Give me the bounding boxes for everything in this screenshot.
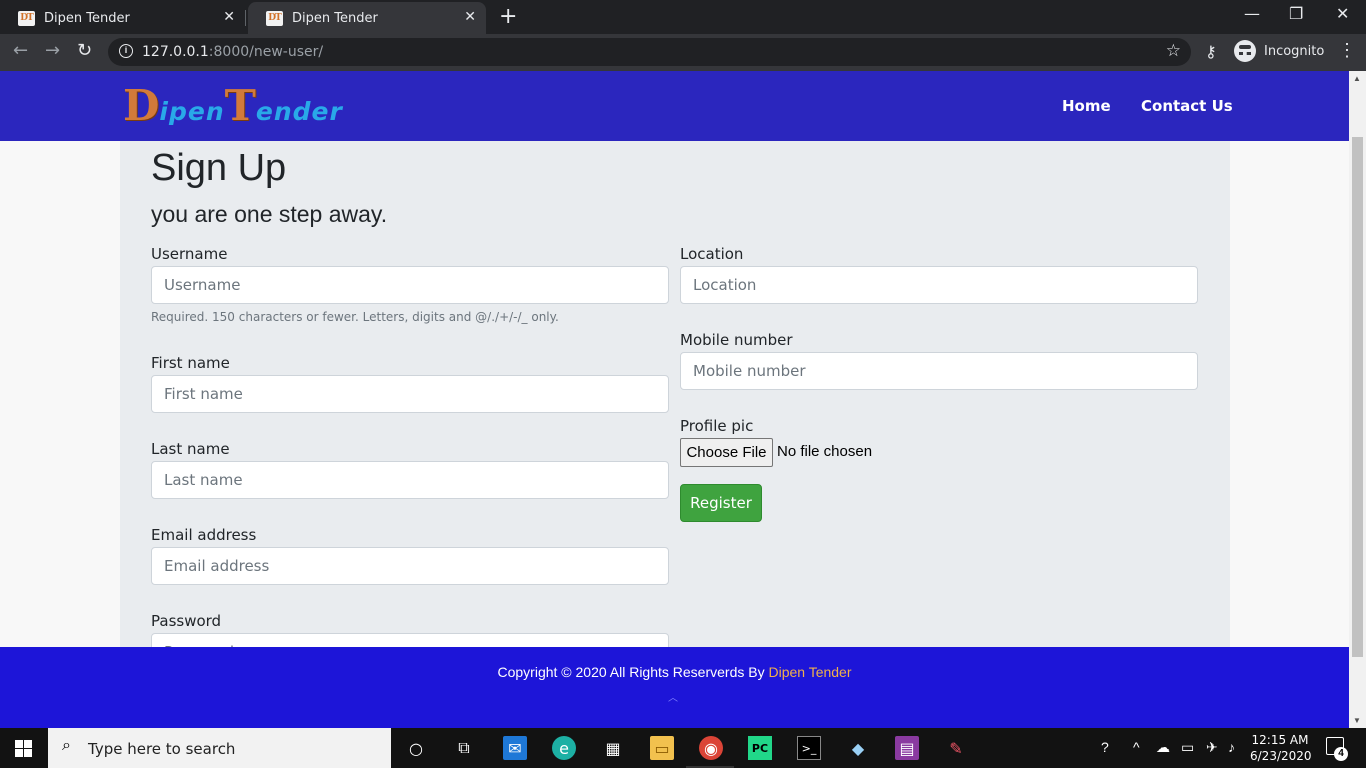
url-path: :8000/new-user/	[208, 44, 324, 60]
address-bar[interactable]: i 127.0.0.1:8000/new-user/ ☆	[108, 38, 1191, 66]
page-viewport: D ipen T ender Home Contact Us Sign Up y…	[0, 71, 1366, 728]
page-scrollbar[interactable]: ▲ ▼	[1349, 71, 1366, 728]
site-logo[interactable]: D ipen T ender	[123, 83, 343, 127]
search-placeholder: Type here to search	[88, 740, 236, 758]
site-info-icon[interactable]: i	[119, 44, 133, 58]
chrome-icon[interactable]: ◉	[699, 736, 723, 760]
url-text[interactable]: 127.0.0.1:8000/new-user/	[142, 44, 323, 60]
first-name-input[interactable]	[151, 375, 669, 413]
last-name-label: Last name	[151, 440, 230, 458]
profile-pic-label: Profile pic	[680, 417, 754, 435]
footer-copyright: Copyright © 2020 All Rights Reserverds B…	[0, 664, 1349, 680]
windows-taskbar: ⌕ Type here to search ○ ⧉ ✉ e ▦ ▭ ◉ PC >…	[0, 728, 1366, 768]
site-favicon-icon: DT	[266, 10, 283, 26]
logo-text-ipen: ipen	[159, 97, 225, 126]
site-favicon-icon: DT	[18, 10, 35, 26]
taskbar-search[interactable]: ⌕ Type here to search	[48, 728, 391, 768]
copyright-text: Copyright © 2020 All Rights Reserverds B…	[497, 664, 769, 680]
username-help-text: Required. 150 characters or fewer. Lette…	[151, 310, 559, 324]
tab-close-icon[interactable]: ✕	[223, 9, 235, 25]
reload-icon[interactable]: ↻	[77, 40, 92, 61]
window-close-icon[interactable]: ✕	[1336, 4, 1349, 23]
pycharm-icon[interactable]: PC	[748, 736, 772, 760]
incognito-indicator[interactable]: Incognito	[1234, 40, 1324, 62]
tray-expand-icon[interactable]: ^	[1133, 739, 1140, 755]
scroll-down-icon[interactable]: ▼	[1353, 716, 1361, 725]
tab-title: Dipen Tender	[292, 10, 378, 26]
browser-tab-strip: DT Dipen Tender ✕ DT Dipen Tender ✕ + — …	[0, 0, 1366, 34]
browser-tab[interactable]: DT Dipen Tender ✕	[0, 2, 245, 34]
email-input[interactable]	[151, 547, 669, 585]
page-subtitle: you are one step away.	[151, 201, 388, 227]
windows-start-icon[interactable]	[15, 740, 32, 757]
cortana-icon[interactable]: ○	[404, 736, 428, 760]
mobile-input[interactable]	[680, 352, 1198, 390]
signup-form-container: Sign Up you are one step away. Username …	[120, 141, 1230, 671]
username-label: Username	[151, 245, 228, 263]
scroll-top-icon[interactable]: ︿	[668, 689, 678, 704]
mobile-label: Mobile number	[680, 331, 793, 349]
logo-text-ender: ender	[255, 97, 343, 126]
bookmark-star-icon[interactable]: ☆	[1166, 41, 1181, 61]
location-label: Location	[680, 245, 744, 263]
tab-divider	[245, 10, 246, 26]
scroll-up-icon[interactable]: ▲	[1353, 74, 1361, 83]
back-arrow-icon[interactable]: ←	[13, 40, 28, 61]
battery-icon[interactable]: ▭	[1181, 739, 1194, 756]
mail-icon[interactable]: ✉	[503, 736, 527, 760]
system-clock[interactable]: 12:15 AM 6/23/2020	[1250, 732, 1312, 764]
browser-toolbar: ← → ↻ i 127.0.0.1:8000/new-user/ ☆ ⚷ Inc…	[0, 34, 1366, 71]
search-icon: ⌕	[62, 737, 71, 754]
page-title: Sign Up	[151, 147, 287, 189]
username-input[interactable]	[151, 266, 669, 304]
task-view-icon[interactable]: ⧉	[452, 736, 476, 760]
incognito-label: Incognito	[1264, 43, 1325, 59]
logo-letter-t: T	[224, 81, 256, 130]
browser-tab-active[interactable]: DT Dipen Tender ✕	[248, 2, 486, 34]
airplane-icon[interactable]: ✈	[1206, 739, 1218, 756]
choose-file-button[interactable]: Choose File	[680, 438, 773, 467]
menu-kebab-icon[interactable]: ⋮	[1338, 40, 1356, 61]
terminal-icon[interactable]: >_	[797, 736, 821, 760]
app-icon[interactable]: ◆	[846, 736, 870, 760]
register-button[interactable]: Register	[680, 484, 762, 522]
help-icon[interactable]: ?	[1101, 739, 1109, 755]
notification-count-badge: 4	[1334, 747, 1348, 761]
tab-close-icon[interactable]: ✕	[464, 9, 476, 25]
edge-icon[interactable]: e	[552, 736, 576, 760]
site-navbar: D ipen T ender Home Contact Us	[0, 71, 1349, 141]
email-label: Email address	[151, 526, 257, 544]
file-explorer-icon[interactable]: ▭	[650, 736, 674, 760]
url-host: 127.0.0.1	[142, 44, 209, 60]
tab-title: Dipen Tender	[44, 10, 130, 26]
clock-time: 12:15 AM	[1251, 733, 1309, 747]
key-icon[interactable]: ⚷	[1205, 42, 1217, 62]
incognito-icon	[1234, 40, 1256, 62]
volume-icon[interactable]: ♪	[1228, 739, 1235, 755]
nav-contact-link[interactable]: Contact Us	[1141, 97, 1233, 115]
last-name-input[interactable]	[151, 461, 669, 499]
clock-date: 6/23/2020	[1250, 749, 1312, 763]
restore-icon[interactable]: ❐	[1289, 4, 1303, 23]
location-input[interactable]	[680, 266, 1198, 304]
minimize-icon[interactable]: —	[1244, 4, 1260, 23]
winrar-icon[interactable]: ▤	[895, 736, 919, 760]
store-icon[interactable]: ▦	[601, 736, 625, 760]
new-tab-icon[interactable]: +	[499, 4, 517, 29]
nav-home-link[interactable]: Home	[1062, 97, 1111, 115]
site-footer: Copyright © 2020 All Rights Reserverds B…	[0, 647, 1349, 728]
paint-icon[interactable]: ✎	[944, 736, 968, 760]
file-status-text: No file chosen	[777, 443, 873, 460]
password-label: Password	[151, 612, 222, 630]
forward-arrow-icon[interactable]: →	[45, 40, 60, 61]
onedrive-icon[interactable]: ☁	[1156, 739, 1170, 756]
scrollbar-thumb[interactable]	[1352, 137, 1363, 657]
footer-brand-link[interactable]: Dipen Tender	[768, 664, 851, 680]
first-name-label: First name	[151, 354, 230, 372]
logo-letter-d: D	[123, 81, 160, 130]
